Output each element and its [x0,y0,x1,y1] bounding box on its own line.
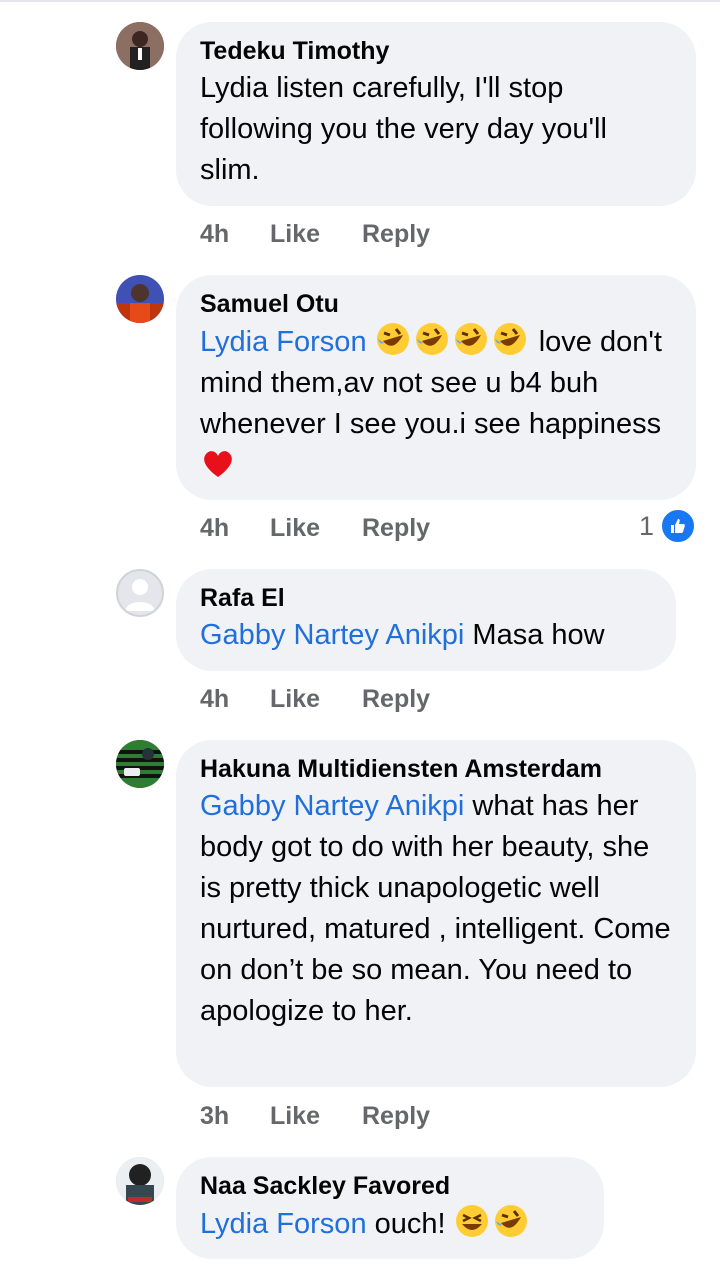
comment-actions: 4h Like Reply [200,513,430,543]
comment-text-body: Masa how [464,619,605,651]
comment-timestamp[interactable]: 3h [200,1101,270,1131]
comment-author[interactable]: Hakuna Multidiensten Amsterdam [200,754,672,784]
mention-link[interactable]: Lydia Forson [200,1208,367,1240]
rolling-on-floor-laughing-emoji [414,321,450,357]
grinning-squinting-emoji [454,1203,490,1239]
reaction-count[interactable]: 1 [639,508,696,544]
comment-author[interactable]: Samuel Otu [200,289,672,319]
like-button[interactable]: Like [270,219,362,249]
comment-actions: 4h Like Reply [200,219,430,249]
rolling-on-floor-laughing-emoji [492,321,528,357]
reply-button[interactable]: Reply [362,1101,430,1131]
thumbs-up-icon [660,508,696,544]
avatar[interactable] [116,569,164,617]
comment-text: Lydia Forson love don't mind them,av not… [200,321,672,487]
like-button[interactable]: Like [270,1101,362,1131]
rolling-on-floor-laughing-emoji [493,1203,529,1239]
comment-author[interactable]: Tedeku Timothy [200,36,672,66]
comment-actions: 3h Like Reply [200,1101,430,1131]
mention-link[interactable]: Gabby Nartey Anikpi [200,790,464,822]
comment-text: Lydia Forson ouch! [200,1203,580,1245]
like-button[interactable]: Like [270,684,362,714]
comment-actions: 4h Like Reply [200,684,430,714]
comment-bubble: Samuel Otu Lydia Forson love don't mind … [176,275,696,500]
red-heart-emoji [200,445,236,481]
comment-text: Gabby Nartey Anikpi what has her body go… [200,786,672,1032]
avatar[interactable] [116,740,164,788]
comment-text: Lydia listen carefully, I'll stop follow… [200,72,607,186]
avatar[interactable] [116,22,164,70]
reaction-count-number: 1 [638,510,654,541]
avatar[interactable] [116,1157,164,1205]
comment-bubble: Hakuna Multidiensten Amsterdam Gabby Nar… [176,740,696,1087]
comment-text: Gabby Nartey Anikpi Masa how [200,615,652,656]
mention-link[interactable]: Lydia Forson [200,326,367,358]
comment-timestamp[interactable]: 4h [200,513,270,543]
comment-timestamp[interactable]: 4h [200,219,270,249]
avatar[interactable] [116,275,164,323]
comment-author[interactable]: Rafa El [200,583,652,613]
reply-button[interactable]: Reply [362,513,430,543]
comment-bubble: Naa Sackley Favored Lydia Forson ouch! [176,1157,604,1259]
comment-text-body: ouch! [366,1208,454,1240]
reply-button[interactable]: Reply [362,219,430,249]
rolling-on-floor-laughing-emoji [375,321,411,357]
comment-bubble: Tedeku Timothy Lydia listen carefully, I… [176,22,696,206]
comment-timestamp[interactable]: 4h [200,684,270,714]
like-button[interactable]: Like [270,513,362,543]
rolling-on-floor-laughing-emoji [453,321,489,357]
reply-button[interactable]: Reply [362,684,430,714]
comment-text-body: what has her body got to do with her bea… [200,790,671,1027]
comment-author[interactable]: Naa Sackley Favored [200,1171,580,1201]
top-divider [0,0,720,6]
comment-bubble: Rafa El Gabby Nartey Anikpi Masa how [176,569,676,671]
mention-link[interactable]: Gabby Nartey Anikpi [200,619,464,651]
